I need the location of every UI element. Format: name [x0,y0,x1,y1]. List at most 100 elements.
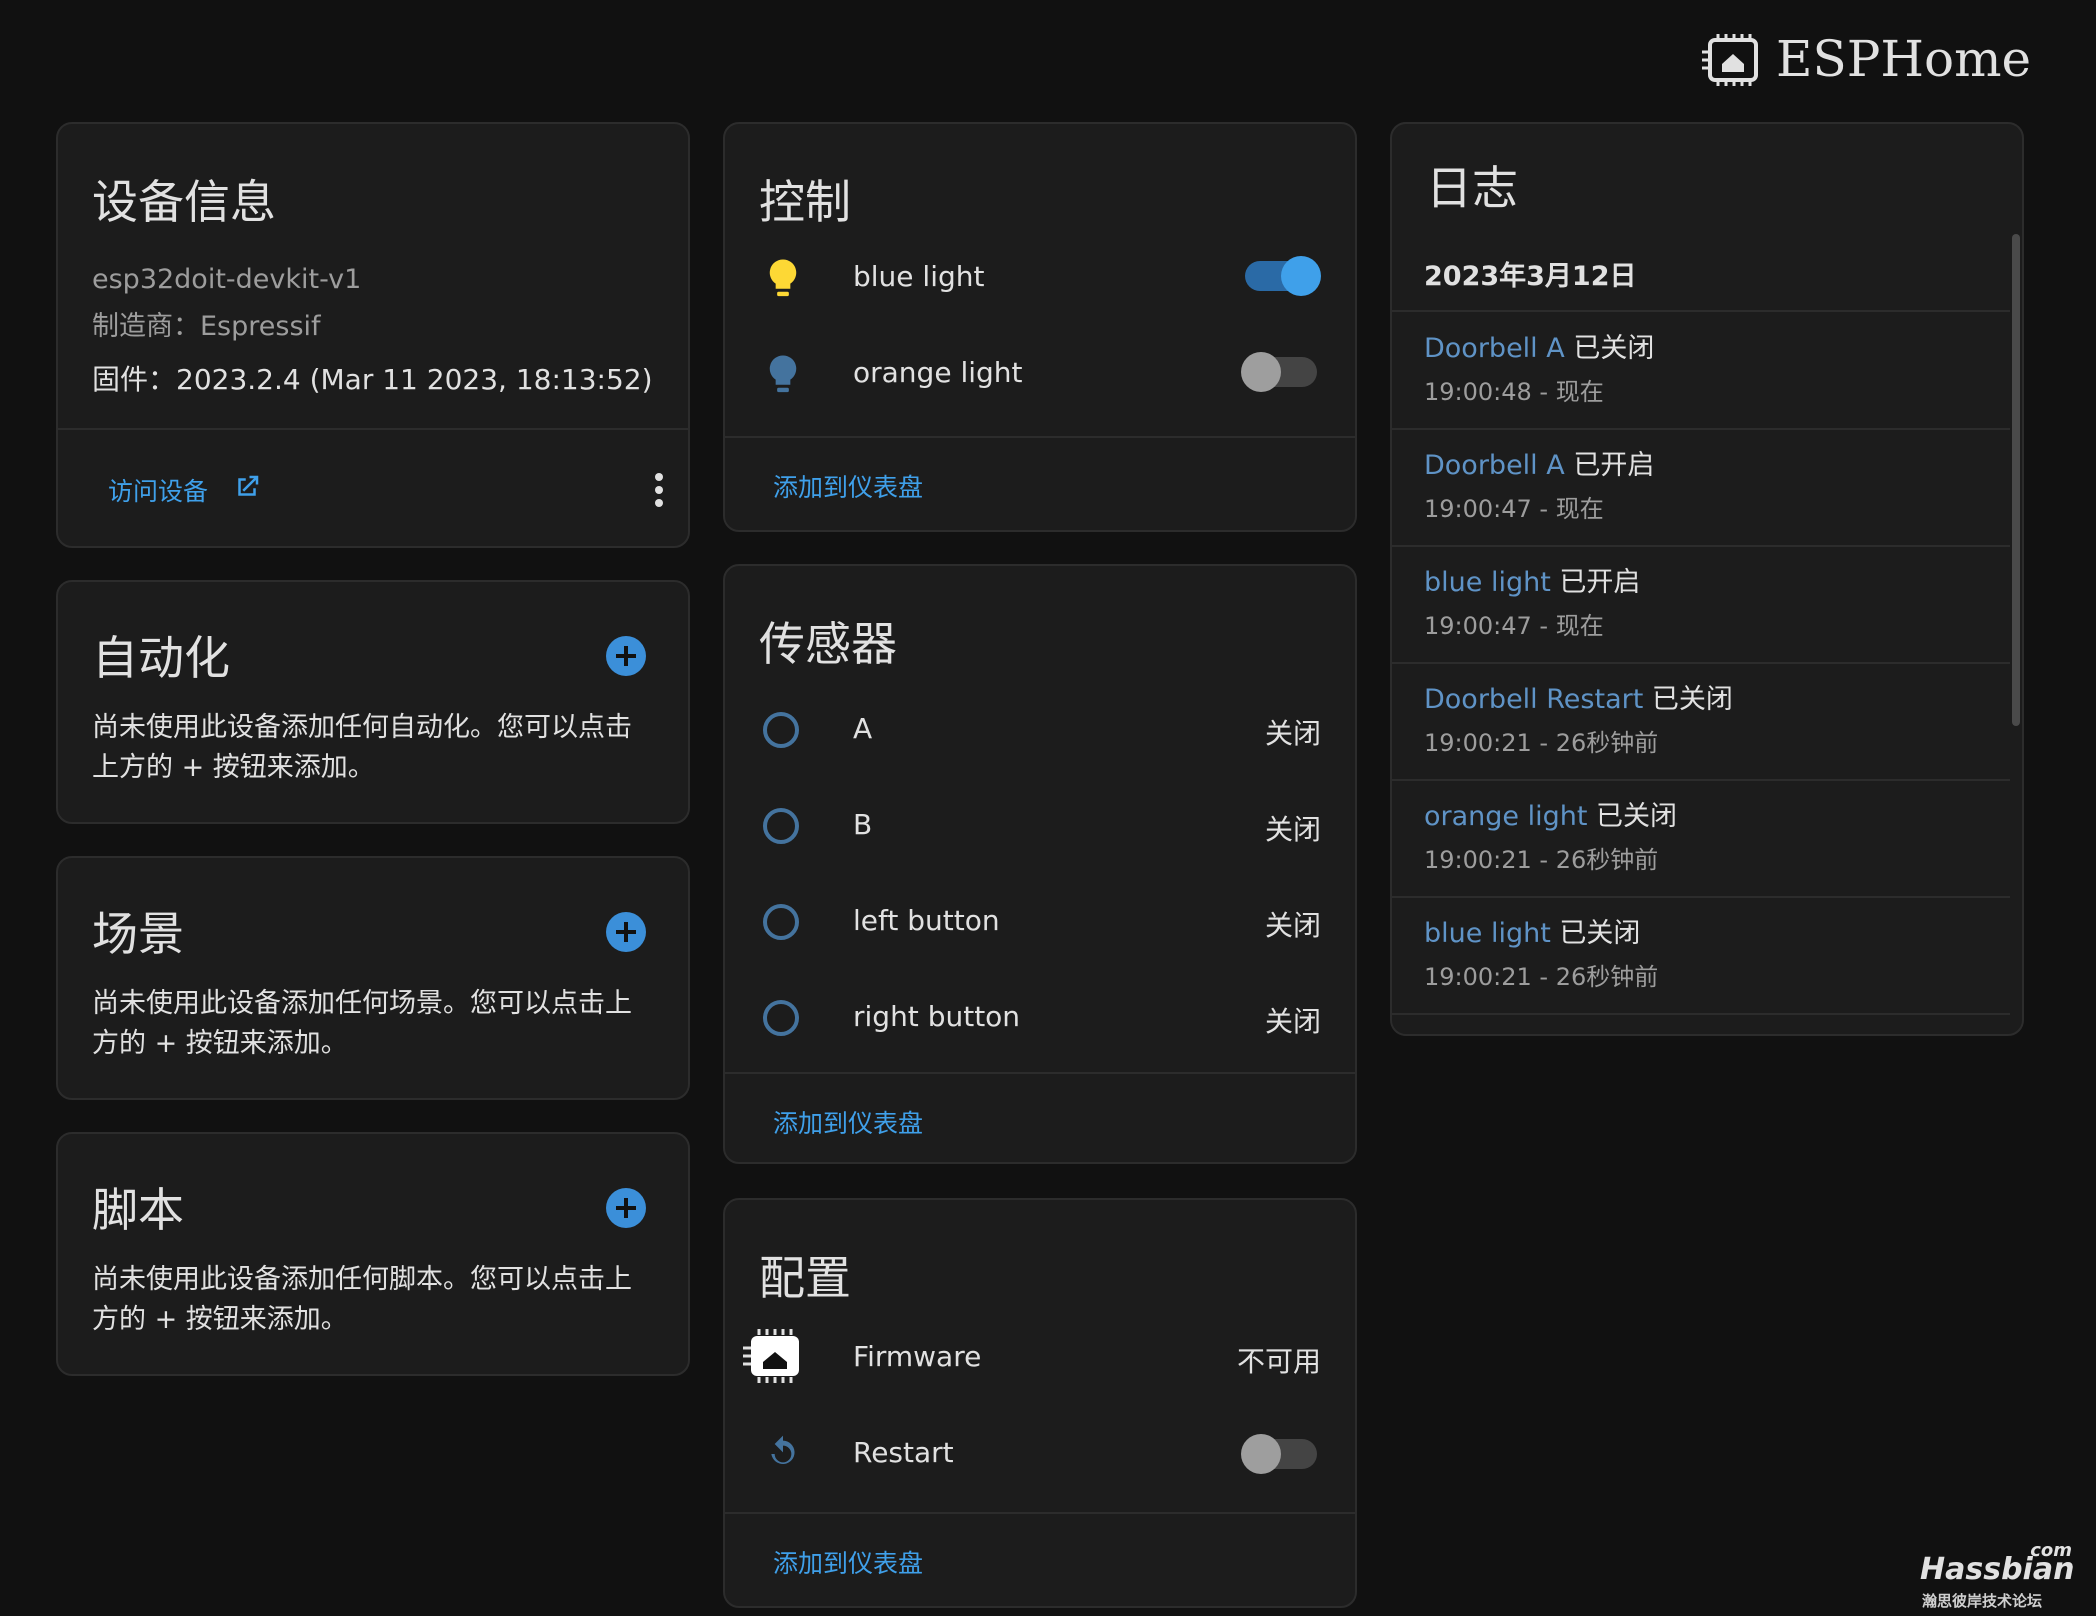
log-entity-name[interactable]: orange light [1424,801,1587,832]
config-name: Restart [853,1436,954,1469]
log-entry[interactable]: blue light 已开启 19:00:47 - 现在 [1392,546,2010,664]
lightbulb-icon [769,259,797,297]
toggle-knob [1281,256,1321,296]
log-entity-name[interactable]: Doorbell Restart [1424,684,1643,715]
device-model: esp32doit-devkit-v1 [92,264,362,295]
sensor-name: left button [853,904,1000,937]
restart-toggle[interactable] [1241,1432,1321,1476]
config-card: 配置 Firmware 不可用 Restart 添加到仪表盘 [723,1198,1357,1608]
sensor-row[interactable]: B 关闭 [725,802,1355,872]
entity-name: orange light [853,356,1023,389]
config-row-restart[interactable]: Restart [725,1424,1355,1494]
automation-description: 尚未使用此设备添加任何自动化。您可以点击 上方的 + 按钮来添加。 [92,708,632,788]
visit-device-label: 访问设备 [108,477,209,506]
device-manufacturer: 制造商：Espressif [92,311,321,342]
sensor-row[interactable]: right button 关闭 [725,994,1355,1064]
scripts-description: 尚未使用此设备添加任何脚本。您可以点击上 方的 + 按钮来添加。 [92,1260,632,1340]
card-title: 场景 [92,907,184,961]
sensor-state: 关闭 [1264,909,1321,942]
circle-outline-icon [763,808,799,844]
sensor-state: 关闭 [1264,813,1321,846]
sensor-name: A [853,712,873,745]
card-title: 自动化 [92,631,230,685]
entity-row-blue-light[interactable]: blue light [725,248,1355,328]
open-in-new-icon [238,475,259,496]
desc-line: 方的 + 按钮来添加。 [92,1028,348,1059]
log-action: 已关闭 [1559,918,1641,949]
sensor-row[interactable]: left button 关闭 [725,898,1355,968]
log-entry[interactable]: Doorbell A 已关闭 19:00:48 - 现在 [1392,312,2010,430]
toggle-knob [1241,352,1281,392]
log-text: Doorbell A 已开启 [1424,443,1654,482]
restart-icon [771,1435,795,1464]
add-scene-button[interactable] [606,912,646,952]
add-script-button[interactable] [606,1188,646,1228]
desc-line: 上方的 + 按钮来添加。 [92,752,375,783]
log-text: blue light 已开启 [1424,560,1640,599]
entity-name: blue light [853,260,985,293]
log-action: 已开启 [1573,450,1655,481]
desc-line: 尚未使用此设备添加任何自动化。您可以点击 [92,712,632,743]
log-text: Doorbell A 已关闭 [1424,326,1654,365]
device-info-card: 设备信息 esp32doit-devkit-v1 制造商：Espressif 固… [56,122,690,548]
log-text: orange light 已关闭 [1424,794,1677,833]
logbook-scrollbar[interactable] [2012,234,2020,726]
scenes-description: 尚未使用此设备添加任何场景。您可以点击上 方的 + 按钮来添加。 [92,984,632,1064]
log-entity-name[interactable]: Doorbell A [1424,333,1565,364]
lightbulb-icon [769,355,797,393]
sensor-state: 关闭 [1264,1005,1321,1038]
config-state: 不可用 [1236,1345,1321,1378]
logbook-list[interactable]: Doorbell A 已关闭 19:00:48 - 现在 Doorbell A … [1392,312,2010,1034]
add-automation-button[interactable] [606,636,646,676]
log-time: 19:00:21 - 26秒钟前 [1424,729,1659,757]
sensor-row[interactable]: A 关闭 [725,706,1355,776]
log-entity-name[interactable]: blue light [1424,918,1551,949]
visit-device-link[interactable]: 访问设备 [108,470,308,510]
log-action: 已开启 [1559,567,1641,598]
scripts-card: 脚本 尚未使用此设备添加任何脚本。您可以点击上 方的 + 按钮来添加。 [56,1132,690,1376]
log-text: blue light 已关闭 [1424,911,1640,950]
log-entity-name[interactable]: blue light [1424,567,1551,598]
sensors-card: 传感器 A 关闭 B 关闭 left button 关闭 right butto… [723,564,1357,1164]
more-options-button[interactable] [644,470,674,510]
log-entry[interactable]: Doorbell A 已开启 19:00:47 - 现在 [1392,429,2010,547]
automation-card: 自动化 尚未使用此设备添加任何自动化。您可以点击 上方的 + 按钮来添加。 [56,580,690,824]
divider [725,1072,1355,1074]
controls-card: 控制 blue light orange light 添加到仪表盘 [723,122,1357,532]
divider [58,428,688,430]
watermark-tagline: 瀚思彼岸技术论坛 [1922,1592,2043,1610]
log-entry[interactable]: blue light 已关闭 19:00:21 - 26秒钟前 [1392,897,2010,1015]
circle-outline-icon [763,712,799,748]
log-time: 19:00:47 - 现在 [1424,495,1604,523]
log-entry[interactable]: orange light 已关闭 19:00:21 - 26秒钟前 [1392,780,2010,898]
divider [725,1512,1355,1514]
log-action: 已关闭 [1651,684,1733,715]
logbook-card: 日志 2023年3月12日 Doorbell A 已关闭 19:00:48 - … [1390,122,2024,1036]
card-title: 脚本 [92,1183,184,1237]
circle-outline-icon [763,1000,799,1036]
log-time: 19:00:48 - 现在 [1424,378,1604,406]
log-entity-name[interactable]: Doorbell A [1424,450,1565,481]
add-to-dashboard-button[interactable]: 添加到仪表盘 [773,1104,923,1140]
log-time: 19:00:21 - 26秒钟前 [1424,963,1659,991]
add-to-dashboard-button[interactable]: 添加到仪表盘 [773,468,923,504]
log-time: 19:00:47 - 现在 [1424,612,1604,640]
desc-line: 方的 + 按钮来添加。 [92,1304,348,1335]
scenes-card: 场景 尚未使用此设备添加任何场景。您可以点击上 方的 + 按钮来添加。 [56,856,690,1100]
card-title: 日志 [1426,161,1518,215]
add-to-dashboard-button[interactable]: 添加到仪表盘 [773,1544,923,1580]
device-firmware: 固件：2023.2.4 (Mar 11 2023, 18:13:52) [92,363,653,396]
orange-light-toggle[interactable] [1241,350,1321,394]
card-title: 控制 [759,175,851,229]
blue-light-toggle[interactable] [1241,254,1321,298]
log-text: Doorbell Restart 已关闭 [1424,677,1733,716]
circle-outline-icon [763,904,799,940]
log-entry[interactable]: Doorbell Restart 已关闭 19:00:21 - 26秒钟前 [1392,663,2010,781]
entity-row-orange-light[interactable]: orange light [725,344,1355,424]
config-row-firmware[interactable]: Firmware 不可用 [725,1328,1355,1398]
log-time: 19:00:21 - 26秒钟前 [1424,846,1659,874]
esphome-logo-icon [1702,34,1758,86]
card-title: 配置 [759,1251,851,1305]
sensor-name: right button [853,1000,1021,1033]
logbook-date: 2023年3月12日 [1424,261,1637,292]
